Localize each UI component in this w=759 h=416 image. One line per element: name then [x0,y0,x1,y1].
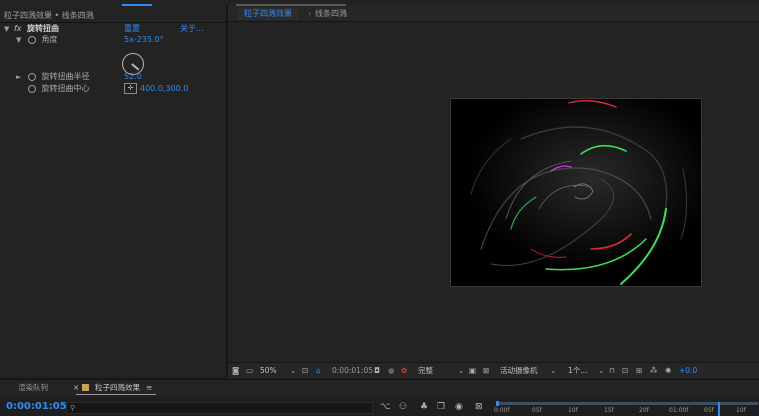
effect-row[interactable]: ▼ fx 旋转扭曲 [4,23,59,34]
angle-value[interactable]: 5x-235.0° [124,34,164,45]
ruler-label: 05f [704,407,714,414]
playhead[interactable] [718,402,720,416]
draft-3d-icon[interactable]: ⚇ [399,402,407,412]
center-value[interactable]: 400.0,300.0 [140,83,188,94]
swirl-render [451,99,701,286]
mask-icon[interactable]: ⌂ [316,363,321,378]
ruler-label: 01:00f [669,407,689,414]
viewer-toolbar: ◙ ▭ 50% ⌄ ⊡ ⌂ 0:00:01:05 ◘ ● ✿ 完整 ⌄ ▣ ⊠ … [228,362,759,378]
ruler-label: 10f [568,407,578,414]
fit-frame-icon[interactable]: ⊡ [302,363,308,378]
collapse-triangle-icon[interactable]: ► [16,73,21,81]
property-label: 旋转扭曲中心 [41,84,90,93]
breadcrumb-separator-icon: ‹ [308,9,312,18]
time-ruler[interactable]: 0:00f 05f 10f 15f 20f 01:00f 05f 10f [494,398,756,416]
crosshair-icon[interactable]: ✛ [124,83,137,94]
menu-icon[interactable]: ≡ [146,380,152,395]
comp-mini-flowchart-icon[interactable]: ⌥ [380,402,390,412]
ruler-label: 10f [736,407,746,414]
fx-label[interactable]: fx [14,24,22,33]
camera-icon[interactable]: ◘ [374,363,380,378]
tab-particle-effect[interactable]: 粒子四溅效果 [238,7,298,20]
flowchart-icon[interactable]: ⁂ [650,363,658,378]
effect-controls-breadcrumb: 粒子四溅效果 • 线条四溅 [4,11,94,20]
expand-triangle-icon[interactable]: ▼ [4,25,9,33]
timeline-icon[interactable]: ⊞ [636,363,642,378]
tab-render-queue[interactable]: 渲染队列 [18,380,48,395]
fast-preview-icon[interactable]: ⊡ [622,363,628,378]
dial-needle [131,63,140,71]
composition-icon [82,384,89,391]
transparency-grid-icon[interactable]: ⊠ [483,363,489,378]
chevron-down-icon[interactable]: ⌄ [458,363,464,378]
chevron-down-icon[interactable]: ⌄ [598,363,604,378]
exposure-icon[interactable]: ✺ [665,363,671,378]
exposure-value[interactable]: +0.0 [679,363,697,378]
search-icon: ⚲ [70,404,76,412]
timeline-tab-bar: 渲染队列 × 粒子四溅效果 ≡ [0,379,759,396]
chevron-down-icon[interactable]: ⌄ [290,363,296,378]
zoom-dropdown[interactable]: 50% [260,363,277,378]
composition-canvas[interactable] [450,98,702,287]
chevron-down-icon[interactable]: ⌄ [550,363,556,378]
tab-comp[interactable]: 粒子四溅效果 [95,380,140,395]
ruler-label: 20f [639,407,649,414]
effect-name: 旋转扭曲 [27,24,60,33]
timeline-search-input[interactable]: ⚲ [66,402,373,414]
expand-triangle-icon[interactable]: ▼ [16,36,21,44]
region-of-interest-icon[interactable]: ▣ [469,363,476,378]
effect-controls-panel: 粒子四溅效果 • 线条四溅 ▼ fx 旋转扭曲 重置 关于... ▼ 角度 5x… [0,6,228,377]
ruler-label: 0:00f [494,407,510,414]
property-row-radius: ► 旋转扭曲半径 [16,71,89,82]
monitor-icon[interactable]: ▭ [246,363,253,378]
close-icon[interactable]: × [73,380,79,395]
property-row-angle: ▼ 角度 [16,34,57,45]
property-row-center: 旋转扭曲中心 [28,83,90,94]
viewer-tab-bar: 粒子四溅效果 ‹ 线条四溅 [228,6,759,22]
stopwatch-icon[interactable] [27,72,36,81]
tab-line-splash[interactable]: 线条四溅 [315,7,347,20]
radius-value[interactable]: 52.0 [124,71,142,82]
camera-dropdown[interactable]: 活动摄像机 [500,363,538,378]
color-channels-icon[interactable]: ✿ [401,363,407,378]
stopwatch-icon[interactable] [28,84,36,93]
current-time-display[interactable]: 0:00:01:05 [6,401,67,412]
channel-icon[interactable]: ● [388,363,395,378]
ruler-label: 15f [604,407,614,414]
magnify-icon[interactable]: ◙ [232,363,239,378]
graph-editor-icon[interactable]: ⊠ [475,402,483,412]
composition-viewer: 粒子四溅效果 ‹ 线条四溅 [228,6,759,362]
viewer-timecode[interactable]: 0:00:01:05 [332,363,373,378]
property-label: 角度 [41,35,58,44]
reset-button[interactable]: 重置 [124,23,140,34]
views-dropdown[interactable]: 1个... [568,363,587,378]
frame-blending-icon[interactable]: ❐ [437,402,445,412]
ruler-label: 05f [532,407,542,414]
stopwatch-icon[interactable] [27,35,36,44]
motion-blur-icon[interactable]: ◉ [455,402,463,412]
shy-layers-icon[interactable]: ♣ [420,402,428,412]
about-button[interactable]: 关于... [180,23,204,34]
property-label: 旋转扭曲半径 [41,72,90,81]
resolution-dropdown[interactable]: 完整 [418,363,433,378]
toggle-pixel-icon[interactable]: ⊓ [609,363,615,378]
